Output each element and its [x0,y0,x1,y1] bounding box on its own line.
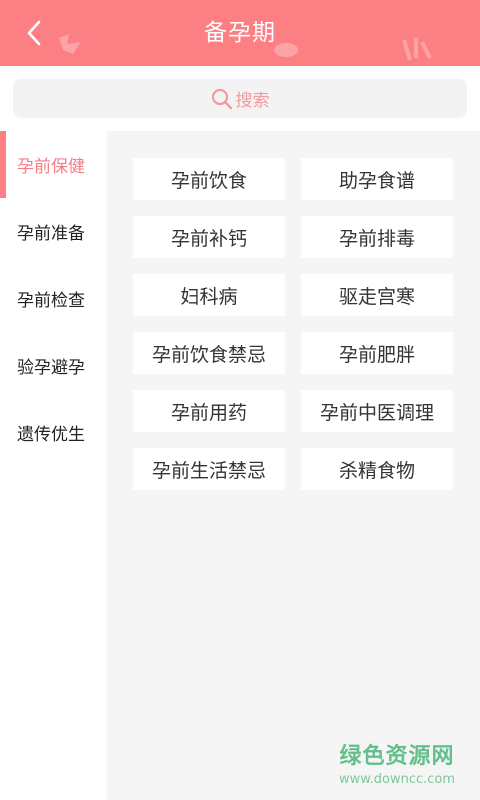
content-panel: 孕前饮食 助孕食谱 孕前补钙 孕前排毒 妇科病 驱走宫寒 孕前饮食禁忌 孕前肥胖… [107,131,480,800]
tag-button[interactable]: 杀精食物 [301,448,453,490]
tag-button[interactable]: 孕前中医调理 [301,390,453,432]
sidebar-item-label: 验孕避孕 [17,358,85,378]
page-title: 备孕期 [204,20,276,46]
sidebar-item-preconception-care[interactable]: 孕前保健 [0,131,107,198]
search-bar[interactable]: 搜索 [13,79,467,118]
sidebar-item-label: 遗传优生 [17,425,85,445]
tag-button[interactable]: 妇科病 [133,274,285,316]
active-indicator [0,131,6,198]
sidebar-item-label: 孕前保健 [17,157,85,177]
sidebar-item-preconception-checkup[interactable]: 孕前检查 [0,265,107,332]
sidebar-item-genetics-eugenics[interactable]: 遗传优生 [0,399,107,466]
watermark: 绿色资源网 www.downcc.com [322,742,472,794]
sidebar-item-label: 孕前检查 [17,291,85,311]
search-label: 搜索 [235,91,270,111]
category-sidebar: 孕前保健 孕前准备 孕前检查 验孕避孕 遗传优生 [0,131,107,800]
tag-button[interactable]: 孕前生活禁忌 [133,448,285,490]
tag-button[interactable]: 孕前补钙 [133,216,285,258]
header-bar: 备孕期 [0,0,480,66]
sidebar-item-pregnancy-test-contraception[interactable]: 验孕避孕 [0,332,107,399]
tag-button[interactable]: 驱走宫寒 [301,274,453,316]
sidebar-item-preconception-prep[interactable]: 孕前准备 [0,198,107,265]
watermark-url: www.downcc.com [338,772,456,787]
tag-button[interactable]: 孕前排毒 [301,216,453,258]
tag-button[interactable]: 孕前用药 [133,390,285,432]
tag-button[interactable]: 孕前肥胖 [301,332,453,374]
tag-button[interactable]: 孕前饮食 [133,158,285,200]
tag-button[interactable]: 孕前饮食禁忌 [133,332,285,374]
sidebar-item-label: 孕前准备 [17,224,85,244]
tag-button[interactable]: 助孕食谱 [301,158,453,200]
search-icon [211,88,232,109]
watermark-title: 绿色资源网 [339,744,455,769]
